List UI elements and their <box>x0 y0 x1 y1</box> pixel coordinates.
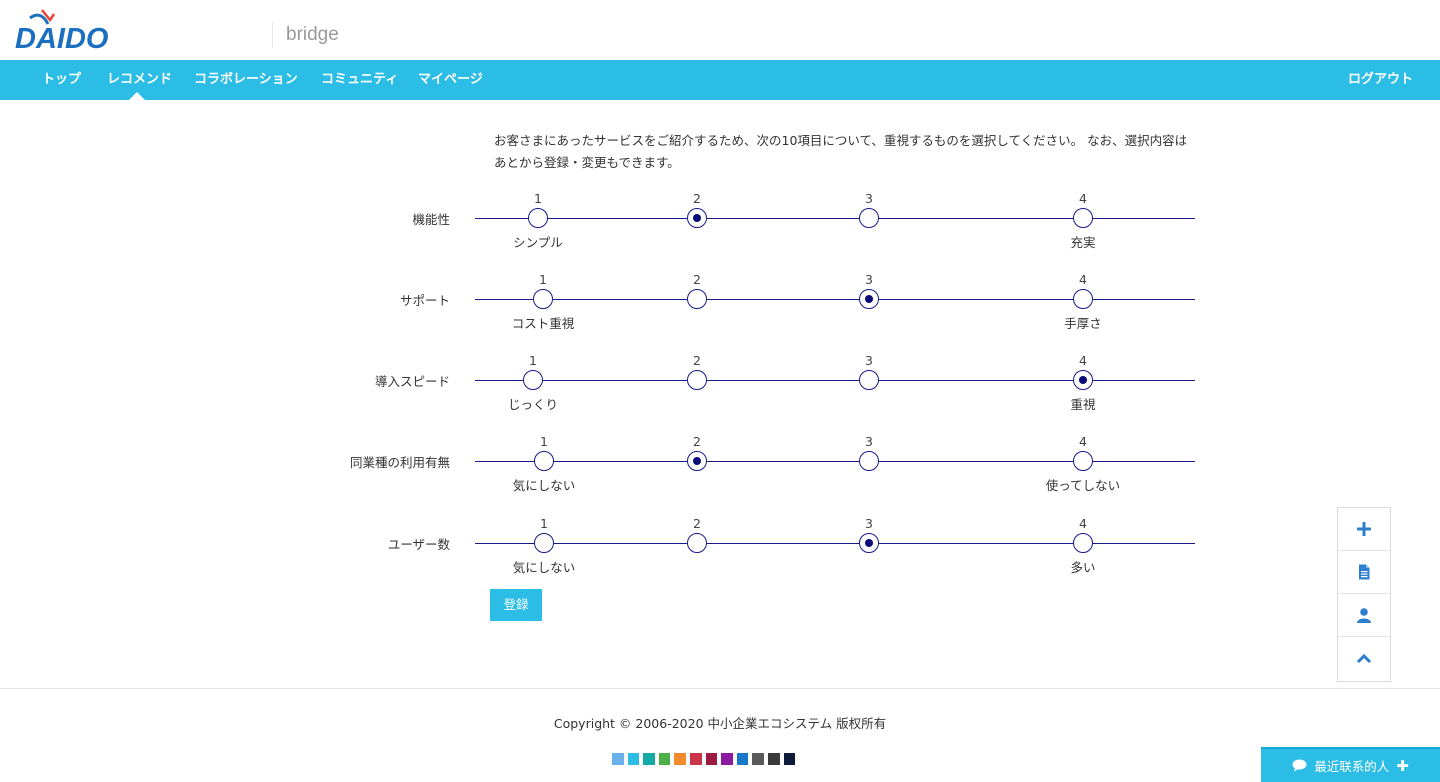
nav-item-community[interactable]: コミュニティ <box>321 60 398 100</box>
scale-radio-option[interactable] <box>1073 451 1093 471</box>
theme-color-swatch[interactable] <box>612 753 624 765</box>
scale-radio-option[interactable] <box>1073 533 1093 553</box>
document-icon <box>1359 564 1370 580</box>
logout-link[interactable]: ログアウト <box>1348 60 1413 100</box>
scale-radio-option[interactable] <box>859 533 879 553</box>
theme-color-swatch[interactable] <box>752 753 764 765</box>
nav-item-top[interactable]: トップ <box>42 60 81 100</box>
user-button[interactable] <box>1338 594 1390 637</box>
scroll-top-button[interactable] <box>1338 637 1390 680</box>
scale-low-label: コスト重視 <box>511 316 575 331</box>
theme-color-swatch[interactable] <box>674 753 686 765</box>
nav-item-collaboration[interactable]: コラボレーション <box>194 60 298 100</box>
scale-high-label: 充実 <box>1070 235 1096 250</box>
scale-high-label: 重視 <box>1070 397 1096 412</box>
brand-name: bridge <box>286 24 339 45</box>
scale-radio-option[interactable] <box>1073 289 1093 309</box>
scale-high-label: 手厚さ <box>1064 316 1102 331</box>
scale-radio-option[interactable] <box>859 289 879 309</box>
theme-color-swatches <box>612 753 796 765</box>
scale-option-number: 1 <box>539 272 547 287</box>
recent-contacts-button[interactable]: 最近联系的人 ✚ <box>1261 747 1440 782</box>
scale-radio-option[interactable] <box>523 370 543 390</box>
scale-radio-option[interactable] <box>534 451 554 471</box>
scale-radio-option[interactable] <box>1073 208 1093 228</box>
scale-option-number: 4 <box>1079 516 1087 531</box>
float-toolbar <box>1337 507 1391 682</box>
header: DAIDO bridge <box>0 0 1440 60</box>
theme-color-swatch[interactable] <box>627 753 640 765</box>
scale-high-label: 使ってしない <box>1045 478 1121 493</box>
scale-radio-option[interactable] <box>1073 370 1093 390</box>
scale-option-number: 2 <box>693 353 701 368</box>
scale-option-number: 3 <box>865 353 873 368</box>
scale-radio-option[interactable] <box>534 533 554 553</box>
scale-low-label: シンプル <box>513 235 563 250</box>
scale-label: 導入スピード <box>374 374 450 389</box>
scale-radio-option[interactable] <box>687 451 707 471</box>
scale-label: 機能性 <box>412 212 450 227</box>
theme-color-swatch[interactable] <box>721 753 733 765</box>
active-nav-indicator <box>129 92 145 100</box>
add-button[interactable] <box>1338 508 1390 551</box>
scale-low-label: 気にしない <box>512 560 576 575</box>
scale-label: 同業種の利用有無 <box>349 455 450 470</box>
daido-logo[interactable]: DAIDO <box>14 6 124 55</box>
plus-icon <box>1357 522 1371 536</box>
document-button[interactable] <box>1338 551 1390 594</box>
main-nav: トップ レコメンド コラボレーション コミュニティ マイページ ログアウト <box>0 60 1440 100</box>
recent-contacts-label: 最近联系的人 <box>1314 759 1390 774</box>
scale-option-number: 4 <box>1079 434 1087 449</box>
scale-radio-option[interactable] <box>859 370 879 390</box>
scale-radio-option[interactable] <box>687 208 707 228</box>
scale-label: サポート <box>399 293 450 308</box>
scale-option-number: 4 <box>1079 272 1087 287</box>
scale-radio-option[interactable] <box>687 533 707 553</box>
theme-color-swatch[interactable] <box>658 753 671 765</box>
scale-option-number: 3 <box>865 272 873 287</box>
scale-radio-option[interactable] <box>859 208 879 228</box>
scale-option-number: 2 <box>693 516 701 531</box>
nav-item-mypage[interactable]: マイページ <box>418 60 483 100</box>
scale-option-number: 3 <box>865 516 873 531</box>
user-icon <box>1357 608 1371 623</box>
scale-option-number: 2 <box>693 434 701 449</box>
brand-separator <box>272 22 273 48</box>
scale-option-number: 3 <box>865 191 873 206</box>
scale-option-number: 1 <box>540 516 548 531</box>
scale-radio-option[interactable] <box>533 289 553 309</box>
chat-bubble-icon <box>1292 759 1307 772</box>
scale-radio-option[interactable] <box>859 451 879 471</box>
theme-color-swatch[interactable] <box>783 753 796 765</box>
copyright-text: Copyright © 2006-2020 中小企業エコシステム 版权所有 <box>553 716 887 731</box>
logo-text: DAIDO <box>15 23 109 54</box>
scale-radio-option[interactable] <box>528 208 548 228</box>
scale-option-number: 1 <box>529 353 537 368</box>
plus-icon: ✚ <box>1396 756 1409 775</box>
daido-logo-icon: DAIDO <box>15 9 109 55</box>
scale-radio-option[interactable] <box>687 289 707 309</box>
theme-color-swatch[interactable] <box>736 753 749 765</box>
footer-divider <box>0 688 1440 689</box>
scale-high-label: 多い <box>1070 560 1096 575</box>
theme-color-swatch[interactable] <box>767 753 780 765</box>
theme-color-swatch[interactable] <box>689 753 702 765</box>
intro-text: お客さまにあったサービスをご紹介するため、次の10項目について、重視するものを選… <box>494 133 1188 170</box>
scale-option-number: 1 <box>540 434 548 449</box>
theme-color-swatch[interactable] <box>643 753 655 765</box>
scale-option-number: 4 <box>1079 353 1087 368</box>
scale-low-label: じっくり <box>507 397 559 412</box>
scale-option-number: 2 <box>693 272 701 287</box>
scale-radio-option[interactable] <box>687 370 707 390</box>
scale-option-number: 2 <box>693 191 701 206</box>
chevron-up-icon <box>1356 653 1372 663</box>
register-button[interactable]: 登録 <box>490 589 542 621</box>
scale-option-number: 4 <box>1079 191 1087 206</box>
theme-color-swatch[interactable] <box>705 753 718 765</box>
scale-option-number: 1 <box>534 191 542 206</box>
scale-option-number: 3 <box>865 434 873 449</box>
scale-low-label: 気にしない <box>512 478 576 493</box>
scale-label: ユーザー数 <box>387 537 450 552</box>
